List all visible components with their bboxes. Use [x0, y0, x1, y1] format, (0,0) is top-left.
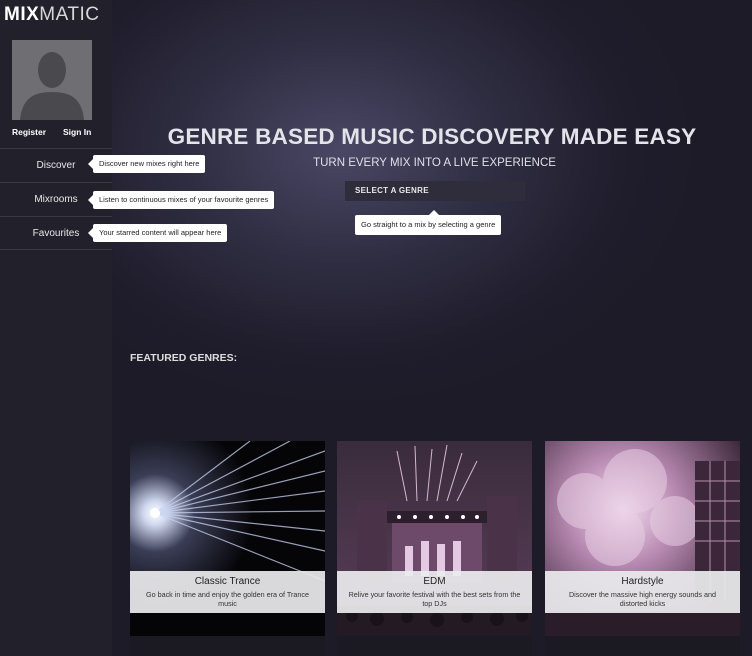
sidebar: MIXMATIC Register Sign In Discover Mixro…: [0, 0, 112, 656]
card-footer-shadow: [130, 636, 325, 656]
card-footer-shadow: [545, 636, 740, 656]
genre-card-classic-trance[interactable]: Classic Trance Go back in time and enjoy…: [130, 441, 325, 636]
featured-heading: FEATURED GENRES:: [130, 352, 238, 364]
hero-title: GENRE BASED MUSIC DISCOVERY MADE EASY: [167, 124, 697, 149]
card-footer-shadow: [337, 636, 532, 656]
card-caption: Hardstyle Discover the massive high ener…: [545, 571, 740, 613]
hero-subtitle: TURN EVERY MIX INTO A LIVE EXPERIENCE: [313, 157, 556, 169]
avatar[interactable]: [12, 40, 92, 120]
avatar-silhouette-icon: [12, 40, 92, 120]
logo-bold: MIX: [4, 4, 40, 25]
genre-select-tooltip: Go straight to a mix by selecting a genr…: [355, 210, 502, 235]
genre-select[interactable]: SELECT A GENRE: [345, 181, 525, 201]
card-title: EDM: [423, 576, 446, 587]
card-description: Go back in time and enjoy the golden era…: [145, 590, 310, 608]
logo[interactable]: MIXMATIC: [4, 4, 99, 26]
genre-card-edm[interactable]: EDM Relive your favorite festival with t…: [337, 441, 532, 636]
card-description: Relive your favorite festival with the b…: [348, 590, 521, 608]
card-caption: Classic Trance Go back in time and enjoy…: [130, 571, 325, 613]
card-description: Discover the massive high energy sounds …: [568, 590, 717, 608]
register-link[interactable]: Register: [12, 127, 46, 137]
card-caption: EDM Relive your favorite festival with t…: [337, 571, 532, 613]
logo-light: MATIC: [39, 4, 100, 25]
mixrooms-tooltip: Listen to continuous mixes of your favou…: [87, 191, 275, 209]
favourites-tooltip: Your starred content will appear here: [87, 224, 228, 242]
card-title: Hardstyle: [621, 576, 664, 587]
signin-link[interactable]: Sign In: [63, 127, 91, 137]
card-title: Classic Trance: [194, 576, 261, 587]
genre-card-hardstyle[interactable]: Hardstyle Discover the massive high ener…: [545, 441, 740, 636]
